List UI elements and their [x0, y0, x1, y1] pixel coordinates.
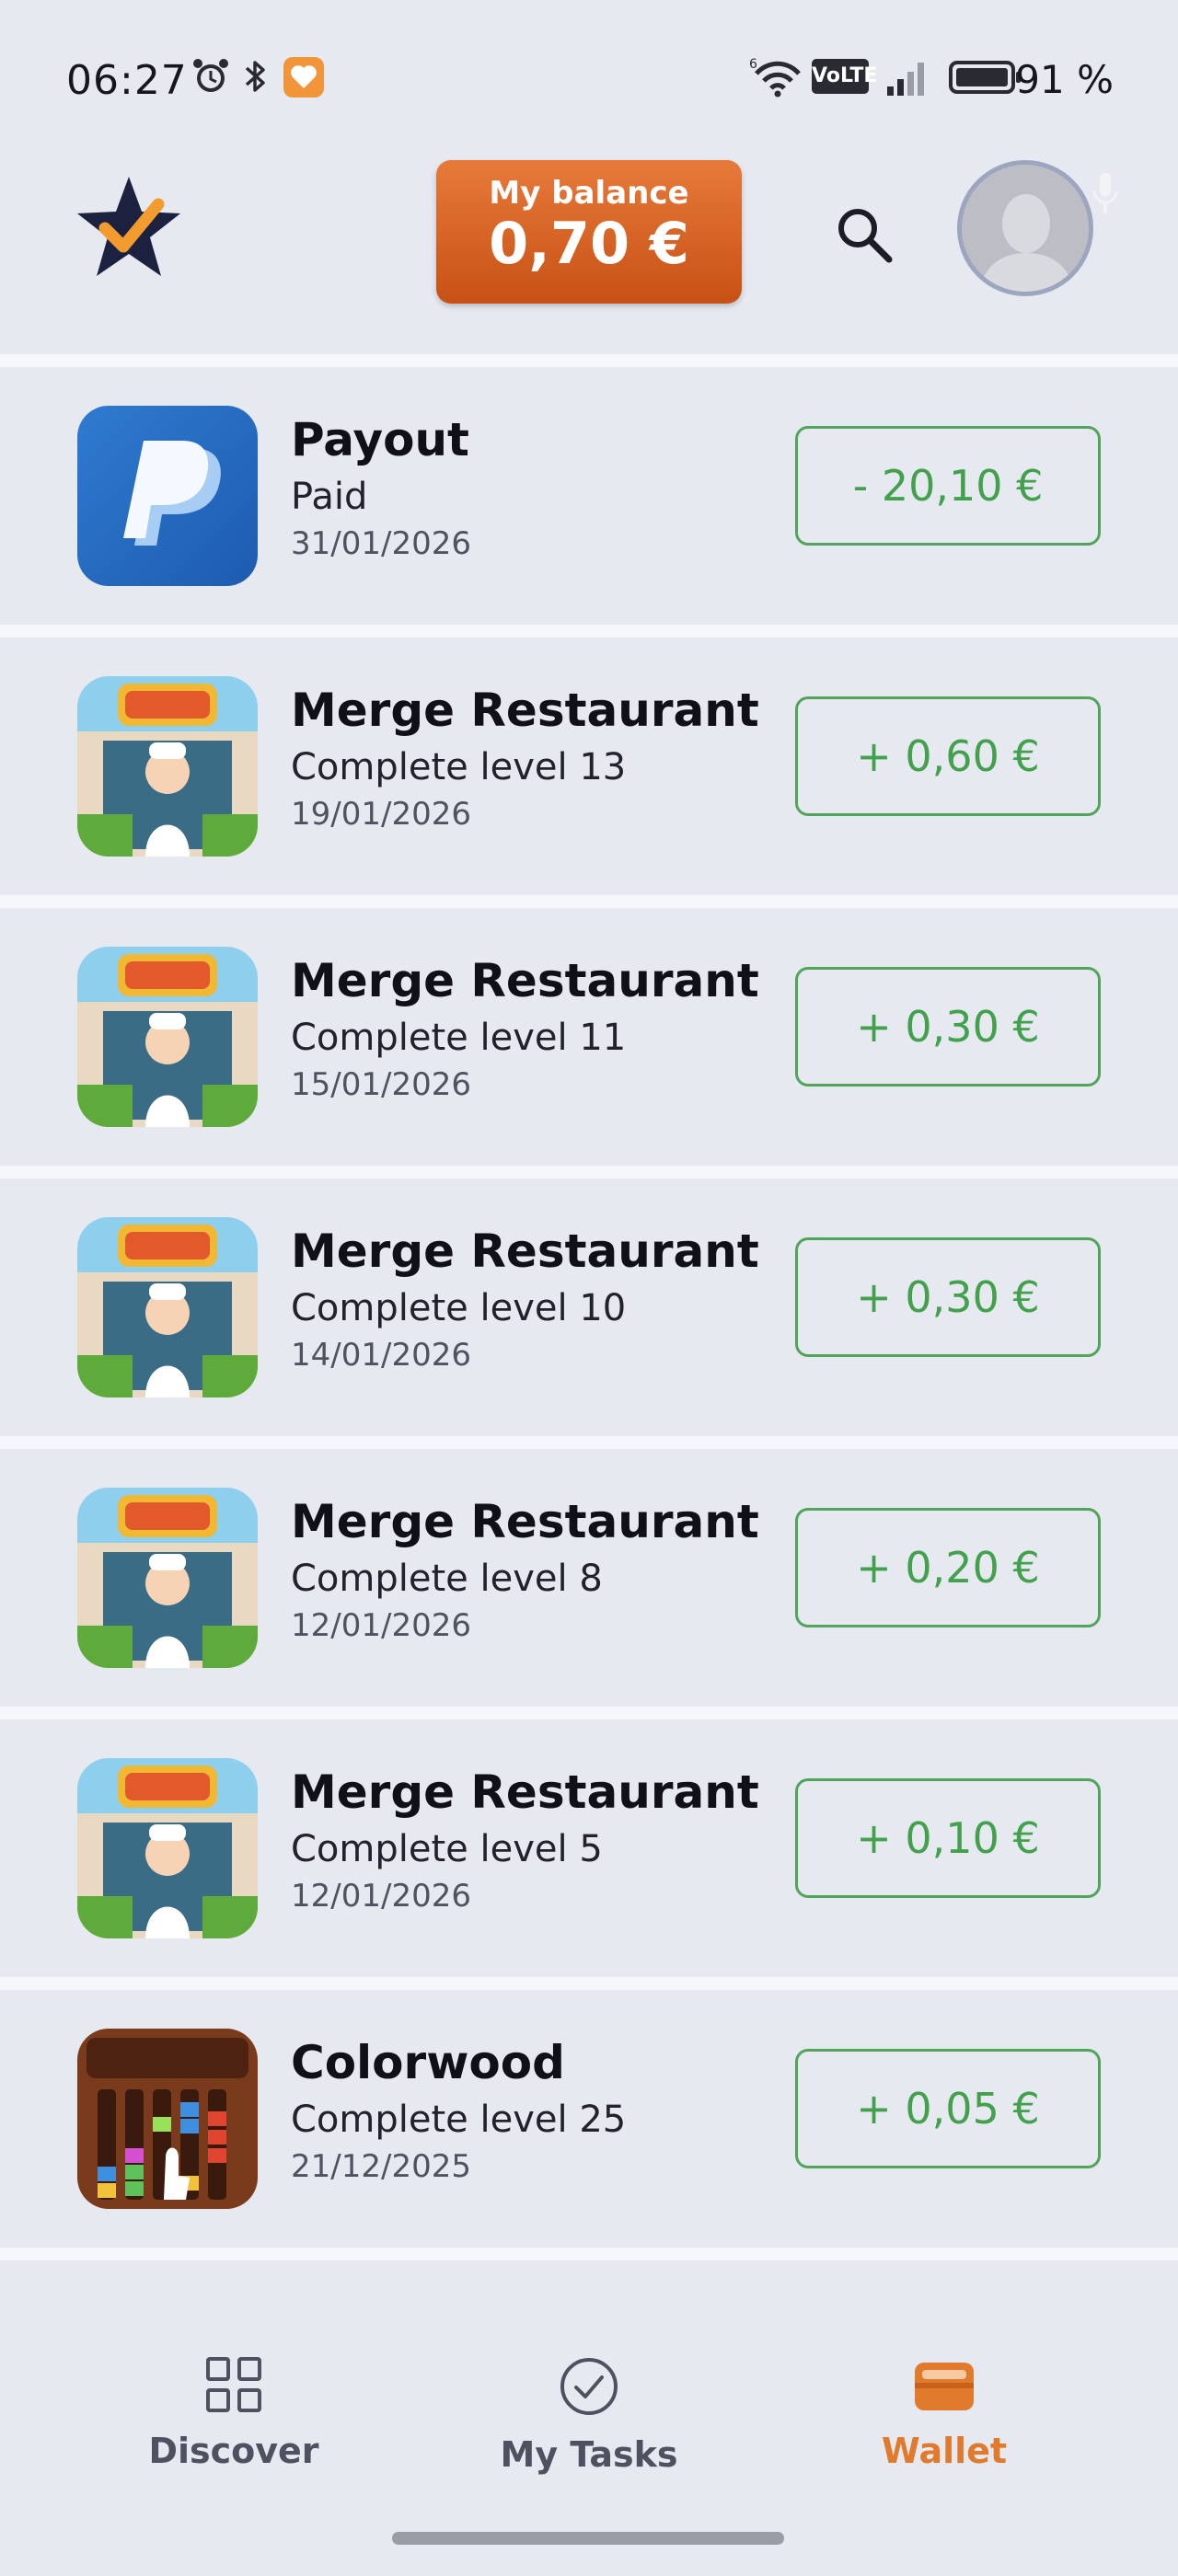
wallet-icon — [915, 2363, 974, 2410]
merge-restaurant-icon — [77, 947, 258, 1127]
transaction-amount: + 0,20 € — [795, 1508, 1101, 1627]
nav-discover[interactable]: Discover — [96, 2355, 372, 2471]
transaction-date: 21/12/2025 — [291, 2148, 471, 2185]
transaction-date: 15/01/2026 — [291, 1066, 471, 1103]
transaction-date: 12/01/2026 — [291, 1878, 471, 1915]
nav-wallet-label: Wallet — [881, 2431, 1008, 2471]
paypal-icon — [77, 406, 258, 586]
merge-restaurant-icon — [77, 1758, 258, 1938]
bluetooth-icon — [245, 61, 265, 92]
signal-icon — [887, 63, 924, 96]
merge-restaurant-icon — [77, 676, 258, 857]
colorwood-icon — [77, 2029, 258, 2209]
transaction-subtitle: Complete level 5 — [291, 1828, 603, 1870]
status-time: 06:27 — [66, 57, 188, 104]
transaction-title: Merge Restaurant — [291, 1765, 759, 1819]
transaction-date: 14/01/2026 — [291, 1337, 471, 1374]
transaction-row[interactable]: Merge Restaurant Complete level 10 14/01… — [0, 1179, 1178, 1436]
balance-button[interactable]: My balance 0,70 € — [436, 160, 742, 304]
transaction-amount: + 0,60 € — [795, 696, 1101, 816]
transaction-title: Colorwood — [291, 2036, 565, 2089]
divider — [0, 895, 1178, 908]
home-indicator[interactable] — [392, 2532, 784, 2545]
balance-label: My balance — [489, 175, 689, 212]
nav-my-tasks-label: My Tasks — [500, 2434, 678, 2475]
bottom-nav: Discover My Tasks Wallet — [0, 2272, 1178, 2576]
transaction-amount: + 0,30 € — [795, 967, 1101, 1087]
transaction-row[interactable]: Colorwood Complete level 25 21/12/2025 +… — [0, 1990, 1178, 2248]
transaction-title: Merge Restaurant — [291, 1225, 759, 1278]
transaction-title: Merge Restaurant — [291, 684, 759, 737]
divider — [0, 354, 1178, 367]
avatar[interactable] — [957, 160, 1093, 296]
merge-restaurant-icon — [77, 1217, 258, 1397]
app-header: My balance 0,70 € — [0, 147, 1178, 354]
merge-restaurant-icon — [77, 1488, 258, 1668]
nav-my-tasks[interactable]: My Tasks — [451, 2355, 727, 2475]
svg-text:6: 6 — [749, 57, 757, 72]
search-icon[interactable] — [828, 199, 902, 272]
transaction-subtitle: Complete level 25 — [291, 2099, 627, 2141]
transaction-row[interactable]: Merge Restaurant Complete level 11 15/01… — [0, 908, 1178, 1166]
transaction-amount: + 0,10 € — [795, 1778, 1101, 1898]
divider — [0, 1977, 1178, 1990]
transaction-row[interactable]: Merge Restaurant Complete level 8 12/01/… — [0, 1449, 1178, 1707]
divider — [0, 1166, 1178, 1179]
nav-wallet[interactable]: Wallet — [806, 2355, 1082, 2471]
star-check-logo-icon[interactable] — [74, 173, 184, 283]
transaction-subtitle: Complete level 11 — [291, 1017, 627, 1059]
divider — [0, 1707, 1178, 1719]
transaction-title: Payout — [291, 413, 469, 466]
transaction-amount: + 0,30 € — [795, 1237, 1101, 1357]
user-silhouette-icon — [979, 194, 1075, 292]
battery-percent: 91 % — [1015, 57, 1114, 102]
balance-value: 0,70 € — [489, 210, 689, 277]
transaction-amount: - 20,10 € — [795, 426, 1101, 546]
divider — [0, 2248, 1178, 2260]
grid-icon — [206, 2357, 261, 2412]
check-circle-icon — [560, 2358, 618, 2415]
transaction-row[interactable]: Payout Paid 31/01/2026 - 20,10 € — [0, 367, 1178, 625]
alarm-icon — [193, 59, 228, 92]
transaction-title: Merge Restaurant — [291, 954, 759, 1007]
transaction-subtitle: Paid — [291, 476, 368, 518]
transaction-date: 19/01/2026 — [291, 796, 471, 833]
transaction-subtitle: Complete level 10 — [291, 1287, 627, 1329]
transaction-title: Merge Restaurant — [291, 1495, 759, 1548]
volte-badge: VoLTE — [812, 59, 877, 94]
transaction-subtitle: Complete level 8 — [291, 1558, 603, 1600]
nav-discover-label: Discover — [148, 2431, 319, 2471]
status-bar: 06:27 6 VoLTE 91 % — [0, 0, 1178, 147]
battery-icon — [949, 61, 1021, 94]
transaction-date: 12/01/2026 — [291, 1607, 471, 1644]
transaction-row[interactable]: Merge Restaurant Complete level 13 19/01… — [0, 638, 1178, 895]
mic-icon — [1092, 173, 1118, 213]
divider — [0, 1436, 1178, 1449]
transaction-subtitle: Complete level 13 — [291, 746, 627, 788]
divider — [0, 625, 1178, 638]
transaction-date: 31/01/2026 — [291, 525, 471, 562]
transaction-amount: + 0,05 € — [795, 2049, 1101, 2168]
transaction-row[interactable]: Merge Restaurant Complete level 5 12/01/… — [0, 1719, 1178, 1977]
wifi-icon: 6 — [749, 57, 801, 98]
health-app-icon — [283, 57, 324, 98]
